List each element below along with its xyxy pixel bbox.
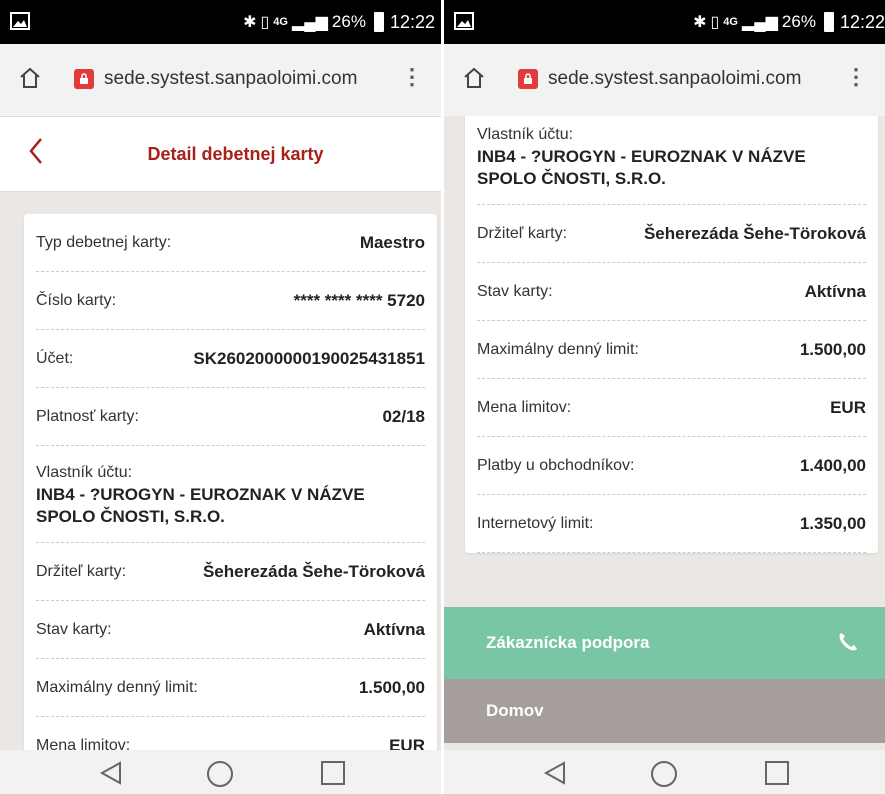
row-value: 1.500,00 (358, 677, 425, 697)
android-nav-bar (0, 750, 441, 794)
row-value: Aktívna (804, 281, 866, 301)
address-bar[interactable]: sede.systest.sanpaoloimi.com (74, 60, 393, 98)
url-text: sede.systest.sanpaoloimi.com (104, 68, 358, 89)
row-label: Maximálny denný limit: (477, 340, 639, 358)
row-label: Držiteľ karty: (36, 562, 127, 580)
row-label: Mena limitov: (477, 398, 572, 416)
bluetooth-icon: ✱ (693, 14, 707, 31)
row-label: Stav karty: (477, 282, 553, 300)
row-value: 1.400,00 (799, 455, 866, 475)
phone-icon (839, 633, 857, 651)
url-text: sede.systest.sanpaoloimi.com (548, 68, 802, 89)
network-type: 4G (273, 16, 288, 28)
gallery-notification-icon (10, 12, 30, 30)
detail-row-daily-limit: Maximálny denný limit: 1.500,00 (36, 659, 425, 717)
row-label: Vlastník účtu: (477, 126, 574, 143)
browser-toolbar: sede.systest.sanpaoloimi.com ⋮ (0, 44, 441, 117)
content-area: Vlastník účtu: INB4 - ?UROGYN - EUROZNAK… (444, 116, 885, 750)
browser-toolbar: sede.systest.sanpaoloimi.com ⋮ (444, 44, 885, 117)
nav-back-icon[interactable] (542, 760, 568, 786)
row-label: Číslo karty: (36, 291, 117, 309)
row-value: 1.350,00 (799, 513, 866, 533)
row-label: Účet: (36, 349, 74, 367)
network-type: 4G (723, 16, 738, 28)
row-label: Internetový limit: (477, 514, 594, 532)
row-value: Aktívna (363, 619, 425, 639)
address-bar[interactable]: sede.systest.sanpaoloimi.com (518, 60, 837, 98)
row-value: EUR (389, 735, 425, 751)
nav-back-icon[interactable] (98, 760, 124, 786)
row-label: Maximálny denný limit: (36, 678, 198, 696)
detail-row-card-holder: Držiteľ karty: Šeherezáda Šehe-Töroková (477, 205, 866, 263)
row-value: Šeherezáda Šehe-Töroková (643, 223, 866, 243)
home-icon[interactable] (18, 66, 42, 90)
row-value: Maestro (359, 232, 425, 252)
row-label: Vlastník účtu: (36, 464, 133, 481)
detail-row-account: Účet: SK2602000000190025431851 (36, 330, 425, 388)
battery-icon (823, 12, 834, 32)
nav-home-icon[interactable] (206, 760, 234, 788)
clock: 12:22 (389, 11, 435, 32)
detail-row-account-owner: Vlastník účtu: INB4 - ?UROGYN - EUROZNAK… (477, 116, 866, 205)
signal-icon: ▂▄▆ (741, 14, 778, 31)
row-label: Typ debetnej karty: (36, 233, 172, 251)
bluetooth-icon: ✱ (243, 14, 257, 31)
vibrate-icon: ▯ (260, 14, 270, 31)
row-label: Platnosť karty: (36, 407, 139, 425)
battery-icon (373, 12, 384, 32)
signal-icon: ▂▄▆ (291, 14, 328, 31)
left-screen: ✱ ▯ 4G ▂▄▆ 26% 12:22 sede.systest.sanpao… (0, 0, 441, 794)
home-icon[interactable] (462, 66, 486, 90)
overflow-menu-icon[interactable]: ⋮ (401, 66, 423, 88)
content-area: Typ debetnej karty: Maestro Číslo karty:… (0, 192, 441, 750)
row-value: SK2602000000190025431851 (193, 348, 425, 368)
detail-row-internet-limit: Internetový limit: 1.350,00 (477, 495, 866, 553)
status-bar: ✱ ▯ 4G ▂▄▆ 26% 12:22 (444, 0, 885, 44)
android-nav-bar (444, 750, 885, 794)
row-value: EUR (830, 397, 866, 417)
home-button[interactable]: Domov (444, 679, 885, 743)
nav-recent-apps-icon[interactable] (764, 760, 790, 786)
customer-support-button[interactable]: Zákaznícka podpora (444, 607, 885, 679)
nav-recent-apps-icon[interactable] (320, 760, 346, 786)
detail-row-daily-limit: Maximálny denný limit: 1.500,00 (477, 321, 866, 379)
detail-row-card-status: Stav karty: Aktívna (36, 601, 425, 659)
card-details-panel: Vlastník účtu: INB4 - ?UROGYN - EUROZNAK… (465, 116, 878, 553)
battery-percent: 26% (331, 12, 366, 31)
row-value: 1.500,00 (799, 339, 866, 359)
row-label: Mena limitov: (36, 736, 131, 751)
status-bar: ✱ ▯ 4G ▂▄▆ 26% 12:22 (0, 0, 441, 44)
clock: 12:22 (839, 11, 885, 32)
detail-row-validity: Platnosť karty: 02/18 (36, 388, 425, 446)
battery-percent: 26% (781, 12, 816, 31)
detail-row-card-number: Číslo karty: **** **** **** 5720 (36, 272, 425, 330)
detail-row-limit-currency: Mena limitov: EUR (477, 379, 866, 437)
home-label: Domov (486, 701, 544, 720)
detail-row-card-status: Stav karty: Aktívna (477, 263, 866, 321)
row-label: Stav karty: (36, 620, 112, 638)
overflow-menu-icon[interactable]: ⋮ (845, 66, 867, 88)
detail-row-card-type: Typ debetnej karty: Maestro (36, 214, 425, 272)
lock-icon (518, 69, 538, 89)
detail-row-limit-currency: Mena limitov: EUR (36, 717, 425, 751)
nav-home-icon[interactable] (650, 760, 678, 788)
detail-row-card-holder: Držiteľ karty: Šeherezáda Šehe-Töroková (36, 543, 425, 601)
row-value: Šeherezáda Šehe-Töroková (202, 561, 425, 581)
row-label: Platby u obchodníkov: (477, 456, 635, 474)
row-value: INB4 - ?UROGYN - EUROZNAK V NÁZVE SPOLO … (477, 147, 806, 188)
row-value: **** **** **** 5720 (293, 290, 425, 310)
app-header: Detail debetnej karty (0, 117, 441, 192)
row-label: Držiteľ karty: (477, 224, 568, 242)
page-title: Detail debetnej karty (147, 144, 324, 164)
lock-icon (74, 69, 94, 89)
row-value: 02/18 (382, 406, 425, 426)
detail-row-merchant-payments: Platby u obchodníkov: 1.400,00 (477, 437, 866, 495)
gallery-notification-icon (454, 12, 474, 30)
right-screen: ✱ ▯ 4G ▂▄▆ 26% 12:22 sede.systest.sanpao… (444, 0, 885, 794)
card-details-panel: Typ debetnej karty: Maestro Číslo karty:… (24, 214, 437, 750)
vibrate-icon: ▯ (710, 14, 720, 31)
row-value: INB4 - ?UROGYN - EUROZNAK V NÁZVE SPOLO … (36, 485, 365, 526)
detail-row-account-owner: Vlastník účtu: INB4 - ?UROGYN - EUROZNAK… (36, 446, 425, 543)
customer-support-label: Zákaznícka podpora (486, 633, 650, 652)
